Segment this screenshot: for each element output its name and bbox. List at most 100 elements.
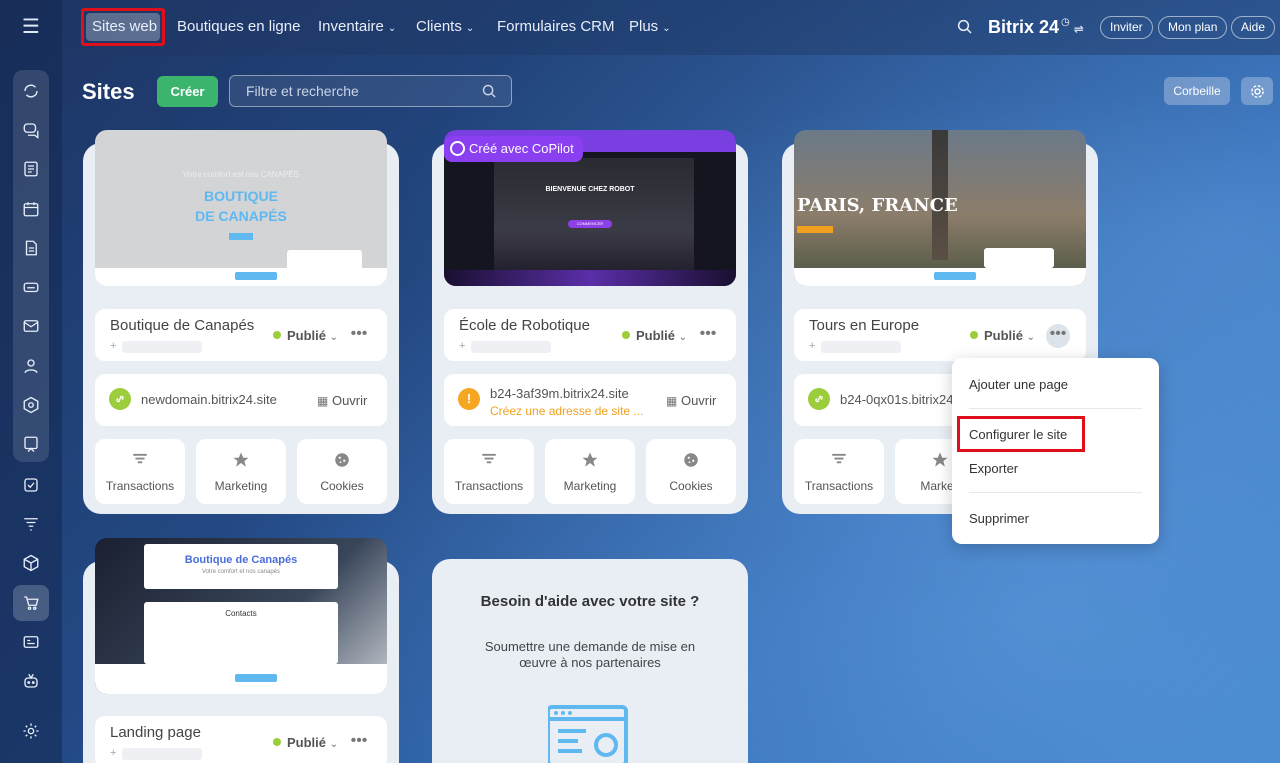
- mail-icon[interactable]: [18, 313, 44, 339]
- menu-highlight-box: [957, 416, 1085, 452]
- box-icon[interactable]: [18, 550, 44, 576]
- help-text: Soumettre une demande de mise en œuvre à…: [484, 639, 696, 670]
- site-thumbnail[interactable]: Votre comfort est nos CANAPÉS BOUTIQUE D…: [95, 130, 387, 286]
- search-input[interactable]: Filtre et recherche: [229, 75, 512, 107]
- menu-export[interactable]: Exporter: [969, 461, 1018, 476]
- invite-button[interactable]: Inviter: [1100, 16, 1153, 39]
- status-dot: [622, 331, 630, 339]
- nav-formulaires[interactable]: Formulaires CRM: [497, 18, 615, 35]
- thumb-text: Contacts: [225, 609, 257, 618]
- gear-icon: [1250, 84, 1264, 98]
- qr-icon: ▦: [666, 394, 678, 408]
- site-subtitle: +: [110, 747, 210, 760]
- funnel-icon: [832, 453, 846, 464]
- nav-plus[interactable]: Plus ⌄: [629, 18, 671, 35]
- nav-inventaire[interactable]: Inventaire ⌄: [318, 18, 396, 35]
- domain-warning[interactable]: Créez une adresse de site ...: [490, 404, 643, 418]
- site-subtitle: +: [459, 340, 559, 353]
- more-menu-button[interactable]: •••: [1046, 324, 1070, 348]
- open-button[interactable]: ▦ Ouvrir: [317, 393, 367, 408]
- brand-logo[interactable]: Bitrix 24 ◷ ⇌: [988, 17, 1084, 38]
- calendar-icon[interactable]: [18, 196, 44, 222]
- nav-boutiques[interactable]: Boutiques en ligne: [177, 18, 300, 35]
- feed-icon[interactable]: [18, 156, 44, 182]
- domain-panel: ! b24-3af39m.bitrix24.site Créez une adr…: [444, 374, 736, 426]
- help-title: Besoin d'aide avec votre site ?: [480, 593, 700, 610]
- search-icon: [482, 84, 496, 98]
- status-badge[interactable]: Publié ⌄: [273, 735, 338, 750]
- document-icon[interactable]: [18, 235, 44, 261]
- more-menu-button[interactable]: •••: [347, 324, 371, 348]
- status-label: Publié: [287, 735, 327, 750]
- tile-label: Cookies: [669, 479, 713, 493]
- thumb-text: BIENVENUE CHEZ ROBOT: [545, 186, 635, 193]
- site-thumbnail[interactable]: PARIS, FRANCE: [794, 130, 1086, 286]
- more-menu-button[interactable]: •••: [696, 324, 720, 348]
- funnel-icon[interactable]: [18, 511, 44, 537]
- plan-button[interactable]: Mon plan: [1158, 16, 1228, 39]
- marketing-tile[interactable]: Marketing: [545, 439, 635, 504]
- tile-label: Cookies: [320, 479, 364, 493]
- chevron-down-icon: ⌄: [387, 23, 397, 34]
- page-settings-button[interactable]: [1241, 77, 1273, 105]
- status-dot: [273, 331, 281, 339]
- site-name[interactable]: École de Robotique: [459, 317, 590, 334]
- site-name[interactable]: Tours en Europe: [809, 317, 919, 334]
- warning-icon: !: [458, 388, 480, 410]
- chevron-down-icon: ⌄: [1026, 332, 1036, 343]
- status-badge[interactable]: Publié ⌄: [622, 328, 687, 343]
- copilot-label: Créé avec CoPilot: [469, 141, 574, 156]
- more-menu-button[interactable]: •••: [347, 731, 371, 755]
- site-subtitle: +: [110, 340, 210, 353]
- thumb-cta: COMMENCER: [568, 220, 612, 228]
- chat-icon[interactable]: [18, 117, 44, 143]
- status-label: Publié: [984, 328, 1024, 343]
- task-icon[interactable]: [18, 472, 44, 498]
- settings-icon[interactable]: [18, 718, 44, 744]
- drive-icon[interactable]: [18, 274, 44, 300]
- tiles-row: Transactions Marketing Cookies: [95, 439, 387, 504]
- site-domain[interactable]: newdomain.bitrix24.site: [141, 392, 277, 407]
- marketing-tile[interactable]: Marketing: [196, 439, 286, 504]
- clock-icon: ◷: [1061, 17, 1070, 28]
- menu-delete[interactable]: Supprimer: [969, 511, 1029, 526]
- search-icon[interactable]: [956, 18, 974, 36]
- help-card[interactable]: Besoin d'aide avec votre site ? Soumettr…: [432, 559, 748, 763]
- site-name[interactable]: Boutique de Canapés: [110, 317, 254, 334]
- brand-text: Bitrix 24: [988, 17, 1060, 37]
- card-icon[interactable]: [18, 629, 44, 655]
- menu-add-page[interactable]: Ajouter une page: [969, 377, 1068, 392]
- nav-label: Formulaires CRM: [497, 18, 615, 35]
- cookies-tile[interactable]: Cookies: [297, 439, 387, 504]
- site-thumbnail[interactable]: Boutique de Canapés Votre comfort et nos…: [95, 538, 387, 694]
- switch-icon: ⇌: [1073, 22, 1084, 36]
- thumb-title-box: [144, 544, 338, 589]
- site-domain[interactable]: b24-3af39m.bitrix24.site: [490, 386, 629, 401]
- board-icon[interactable]: [18, 431, 44, 457]
- robot-icon[interactable]: [18, 668, 44, 694]
- transactions-tile[interactable]: Transactions: [794, 439, 884, 504]
- thumb-accept: [235, 272, 277, 280]
- link-icon: [109, 388, 131, 410]
- shop-icon[interactable]: [13, 585, 49, 621]
- nav-clients[interactable]: Clients ⌄: [416, 18, 474, 35]
- status-badge[interactable]: Publié ⌄: [273, 328, 338, 343]
- contacts-icon[interactable]: [18, 353, 44, 379]
- help-button[interactable]: Aide: [1231, 16, 1276, 39]
- copilot-icon: [450, 141, 465, 156]
- site-card: Votre comfort est nos CANAPÉS BOUTIQUE D…: [83, 130, 399, 514]
- tile-label: Marketing: [214, 479, 268, 493]
- hamburger-menu-icon[interactable]: ☰: [19, 17, 43, 37]
- sync-icon[interactable]: [18, 78, 44, 104]
- open-button[interactable]: ▦ Ouvrir: [666, 393, 716, 408]
- status-badge[interactable]: Publié ⌄: [970, 328, 1035, 343]
- site-name[interactable]: Landing page: [110, 724, 201, 741]
- transactions-tile[interactable]: Transactions: [95, 439, 185, 504]
- site-card: Boutique de Canapés Votre comfort et nos…: [83, 538, 399, 763]
- trash-button[interactable]: Corbeille: [1164, 77, 1230, 105]
- cookies-tile[interactable]: Cookies: [646, 439, 736, 504]
- hexagon-icon[interactable]: [18, 392, 44, 418]
- transactions-tile[interactable]: Transactions: [444, 439, 534, 504]
- create-button[interactable]: Créer: [157, 76, 218, 107]
- menu-divider: [969, 408, 1142, 409]
